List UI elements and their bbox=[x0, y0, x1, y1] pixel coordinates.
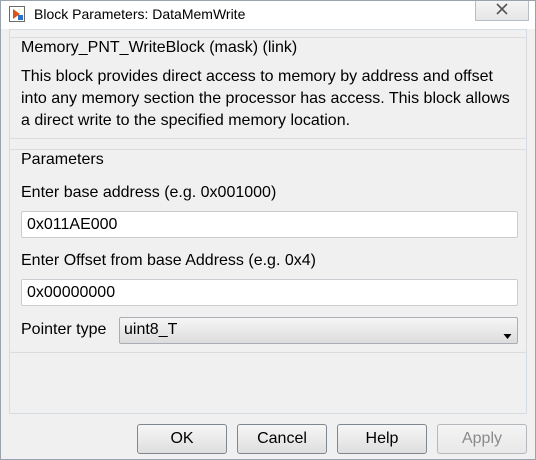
offset-label: Enter Offset from base Address (e.g. 0x4… bbox=[21, 252, 316, 269]
chevron-down-icon bbox=[503, 327, 512, 339]
parameters-heading: Parameters bbox=[21, 151, 104, 168]
title-bar[interactable]: Block Parameters: DataMemWrite bbox=[1, 1, 535, 29]
apply-button[interactable]: Apply bbox=[437, 424, 527, 454]
pointer-type-dropdown[interactable]: uint8_T bbox=[119, 317, 518, 344]
cancel-button[interactable]: Cancel bbox=[237, 424, 327, 454]
dialog-window: Block Parameters: DataMemWrite Memory_PN… bbox=[0, 0, 536, 460]
pointer-type-label: Pointer type bbox=[21, 321, 107, 338]
help-button[interactable]: Help bbox=[337, 424, 427, 454]
window-title: Block Parameters: DataMemWrite bbox=[34, 6, 246, 22]
block-description: This block provides direct access to mem… bbox=[21, 68, 510, 129]
offset-input[interactable] bbox=[21, 279, 518, 306]
pointer-type-selected-value: uint8_T bbox=[124, 321, 178, 338]
simulink-block-icon bbox=[9, 6, 25, 22]
base-address-label: Enter base address (e.g. 0x001000) bbox=[21, 184, 277, 201]
close-x-icon bbox=[495, 2, 509, 20]
block-mask-heading: Memory_PNT_WriteBlock (mask) (link) bbox=[21, 39, 298, 56]
ok-button[interactable]: OK bbox=[137, 424, 227, 454]
close-button[interactable] bbox=[475, 1, 529, 21]
base-address-input[interactable] bbox=[21, 211, 518, 238]
